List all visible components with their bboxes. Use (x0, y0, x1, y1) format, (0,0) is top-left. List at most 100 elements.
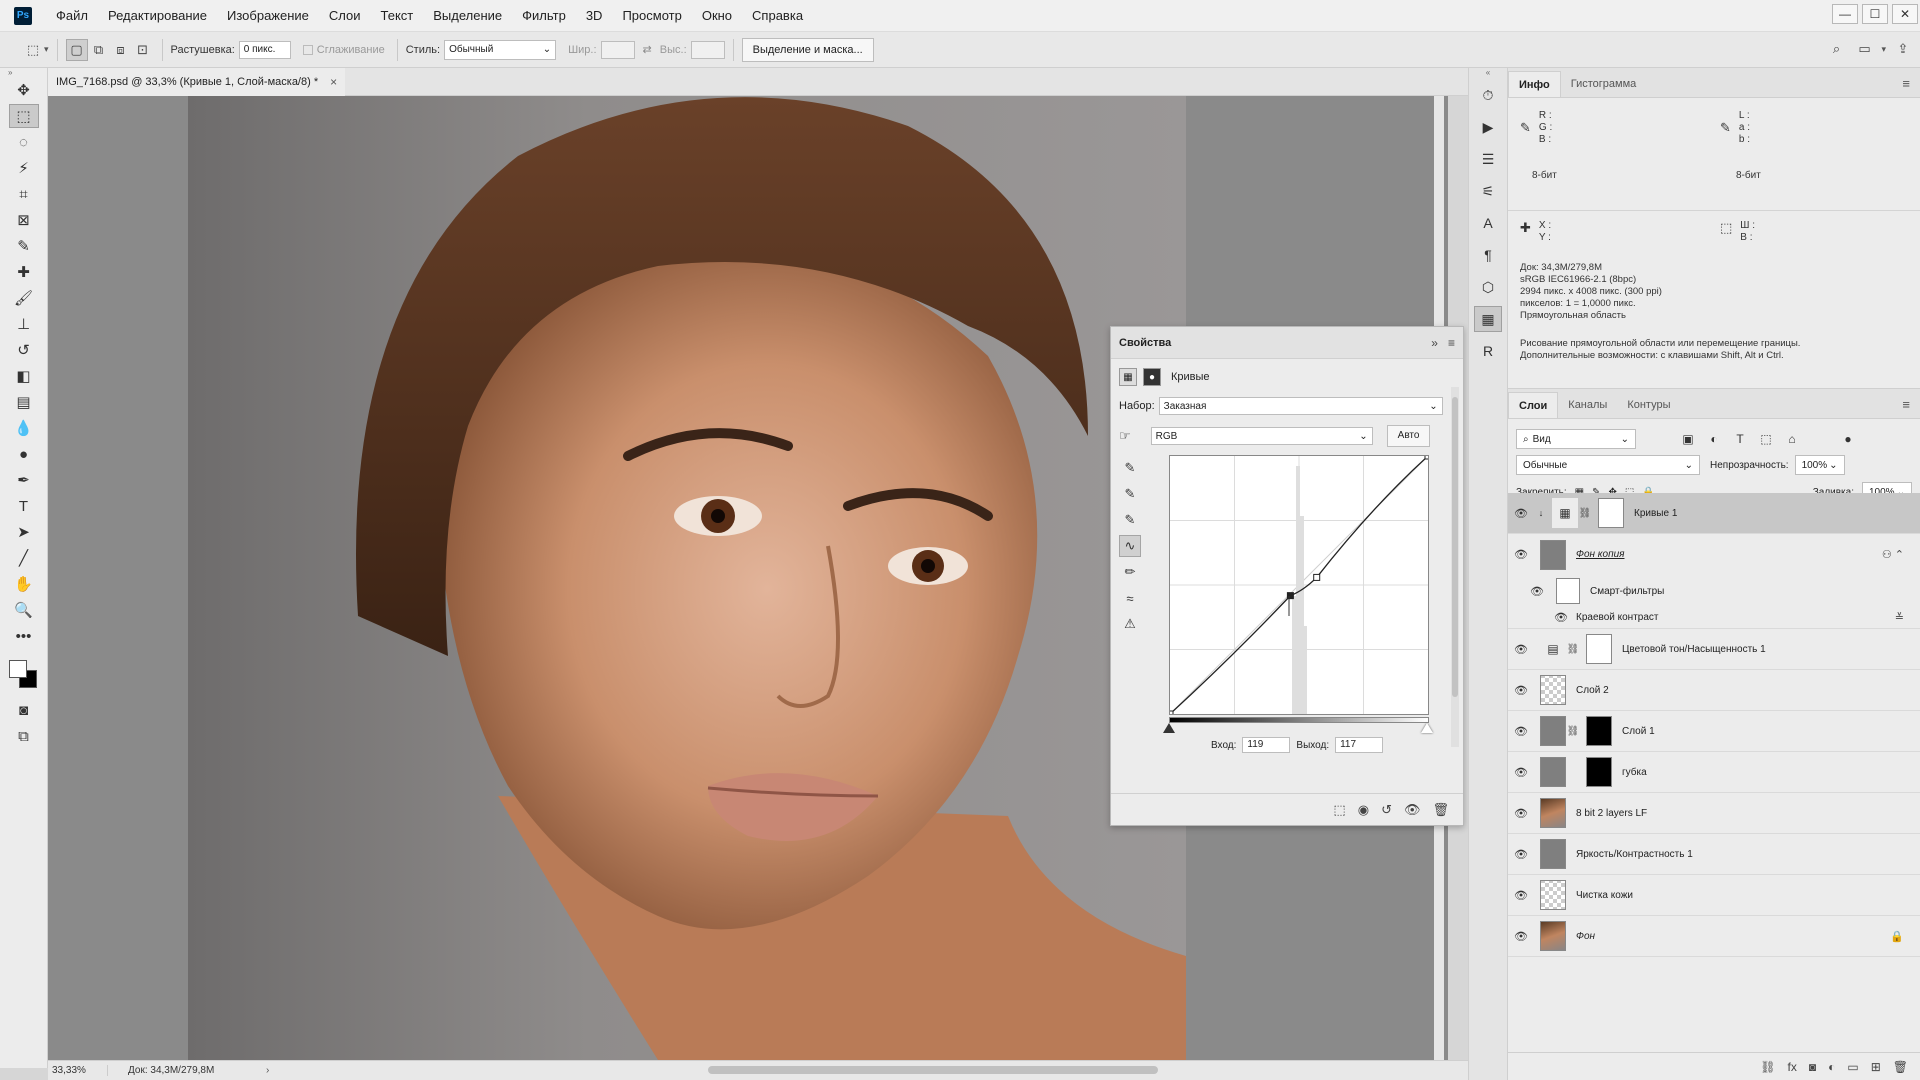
layer-row[interactable]: 👁 ⛓ Слой 1 (1508, 711, 1920, 752)
maximize-button[interactable]: ☐ (1862, 4, 1888, 24)
layer-mask-thumbnail[interactable] (1586, 757, 1612, 787)
layer-filter-select[interactable]: ⌕ Вид ⌄ (1516, 429, 1636, 449)
actions-icon[interactable]: ▶ (1474, 114, 1502, 140)
tab-histogram[interactable]: Гистограмма (1561, 71, 1647, 97)
brush-tool-icon[interactable]: 🖌 (9, 286, 39, 310)
collapse-arrows-icon[interactable]: « (1469, 68, 1507, 77)
move-tool-icon[interactable]: ✥ (9, 78, 39, 102)
white-point-eyedropper-icon[interactable]: ✎ (1119, 509, 1141, 531)
more-tools-icon[interactable]: ••• (9, 624, 39, 648)
filter-toggle-icon[interactable]: ● (1838, 429, 1858, 449)
tab-info[interactable]: Инфо (1508, 71, 1561, 97)
hand-tool-icon[interactable]: ✋ (9, 572, 39, 596)
pencil-draw-icon[interactable]: ✏ (1119, 561, 1141, 583)
character-icon[interactable]: A (1474, 210, 1502, 236)
eyedropper-tool-icon[interactable]: ✎ (9, 234, 39, 258)
menu-window[interactable]: Окно (692, 0, 742, 32)
horizontal-scrollbar[interactable] (288, 1065, 1428, 1075)
filter-adjustment-icon[interactable]: ◐ (1704, 429, 1724, 449)
workspace-icon[interactable]: ▭ (1853, 38, 1875, 60)
smart-filter-mask-thumbnail[interactable] (1556, 578, 1580, 604)
clipping-warning-icon[interactable]: ⚠ (1119, 613, 1141, 635)
new-layer-icon[interactable]: ⊞ (1871, 1060, 1881, 1074)
visibility-icon[interactable]: 👁 (1508, 643, 1534, 656)
visibility-icon[interactable]: 👁 (1508, 807, 1534, 820)
link-icon[interactable]: ⛓ (1566, 726, 1580, 737)
line-tool-icon[interactable]: ╱ (9, 546, 39, 570)
collapse-arrows-icon[interactable]: » (0, 68, 47, 77)
portrait-image[interactable] (188, 96, 1186, 1060)
curve-point[interactable] (1170, 710, 1174, 714)
blur-tool-icon[interactable]: 💧 (9, 416, 39, 440)
clip-to-layer-icon[interactable]: ⬚ (1333, 802, 1345, 818)
menu-image[interactable]: Изображение (217, 0, 319, 32)
feather-input[interactable]: 0 пикс. (238, 40, 291, 59)
menu-select[interactable]: Выделение (423, 0, 512, 32)
brush-settings-icon[interactable]: ⚟ (1474, 178, 1502, 204)
foreground-color[interactable] (8, 660, 27, 678)
channel-select[interactable]: RGB ⌄ (1150, 427, 1373, 445)
crop-tool-icon[interactable]: ⌗ (9, 182, 39, 206)
menu-3d[interactable]: 3D (576, 0, 613, 32)
filter-options-icon[interactable]: ≚ (1895, 611, 1904, 624)
collapse-icon[interactable]: » (1431, 336, 1438, 350)
dodge-tool-icon[interactable]: ● (9, 442, 39, 466)
menu-filter[interactable]: Фильтр (512, 0, 576, 32)
layer-row[interactable]: 👁 Фон 🔒 (1508, 916, 1920, 957)
blend-mode-select[interactable]: Обычные ⌄ (1516, 455, 1700, 475)
layer-mask-thumbnail[interactable] (1586, 716, 1612, 746)
visibility-icon[interactable]: 👁 (1508, 725, 1534, 738)
intersect-selection-icon[interactable]: ⊡ (132, 39, 154, 61)
width-input[interactable] (600, 40, 635, 59)
visibility-icon[interactable]: 👁 (1508, 930, 1534, 943)
layer-style-icon[interactable]: fx (1788, 1060, 1797, 1074)
smooth-curve-icon[interactable]: ≈ (1119, 587, 1141, 609)
visibility-icon[interactable]: 👁 (1508, 507, 1534, 520)
new-adjustment-icon[interactable]: ◐ (1828, 1060, 1835, 1074)
minimize-button[interactable]: — (1832, 4, 1858, 24)
preset-select[interactable]: Заказная ⌄ (1158, 397, 1443, 415)
layer-mask-thumbnail[interactable] (1586, 634, 1612, 664)
visibility-icon[interactable]: 👁 (1508, 548, 1534, 561)
layer-mask-thumbnail[interactable] (1598, 498, 1624, 528)
document-tab[interactable]: IMG_7168.psd @ 33,3% (Кривые 1, Слой-мас… (48, 68, 346, 96)
search-icon[interactable]: ⌕ (1825, 38, 1847, 60)
targeted-adjustment-icon[interactable]: ☞ (1119, 428, 1131, 444)
curve-points-icon[interactable]: ∿ (1119, 535, 1141, 557)
magic-wand-tool-icon[interactable]: ⚡ (9, 156, 39, 180)
close-button[interactable]: ✕ (1892, 4, 1918, 24)
menu-view[interactable]: Просмотр (612, 0, 691, 32)
properties-icon[interactable]: ▦ (1474, 306, 1502, 332)
path-selection-tool-icon[interactable]: ➤ (9, 520, 39, 544)
subtract-selection-icon[interactable]: ⧈ (110, 39, 132, 61)
menu-layers[interactable]: Слои (319, 0, 371, 32)
antialias-checkbox[interactable] (302, 44, 313, 55)
view-previous-state-icon[interactable]: ◉ (1358, 802, 1369, 818)
trash-icon[interactable]: 🗑 (1893, 1060, 1908, 1074)
history-brush-tool-icon[interactable]: ↺ (9, 338, 39, 362)
gray-point-eyedropper-icon[interactable]: ✎ (1119, 483, 1141, 505)
visibility-icon[interactable]: 👁 (1524, 585, 1550, 598)
layer-row[interactable]: 👁 Чистка кожи (1508, 875, 1920, 916)
layer-row[interactable]: 👁 Яркость/Контрастность 1 (1508, 834, 1920, 875)
eraser-tool-icon[interactable]: ◧ (9, 364, 39, 388)
menu-edit[interactable]: Редактирование (98, 0, 217, 32)
height-input[interactable] (690, 40, 725, 59)
add-mask-icon[interactable]: ◙ (1809, 1060, 1816, 1074)
marquee-tool-preset-icon[interactable]: ⬚ (22, 39, 44, 61)
curve-point[interactable] (1313, 573, 1321, 581)
eyedropper-icon[interactable]: ✎ (1720, 120, 1731, 146)
visibility-icon[interactable]: 👁 (1508, 766, 1534, 779)
style-select[interactable]: Обычный ⌄ (444, 39, 557, 60)
gradient-tool-icon[interactable]: ▤ (9, 390, 39, 414)
curves-graph[interactable] (1169, 455, 1429, 715)
visibility-icon[interactable]: 👁 (1548, 611, 1574, 624)
layer-row[interactable]: 👁 Фон копия ⚇ ⌃ (1508, 534, 1920, 575)
share-icon[interactable]: ⇪ (1892, 38, 1914, 60)
properties-title[interactable]: Свойства (1119, 337, 1171, 349)
select-and-mask-button[interactable]: Выделение и маска... (741, 37, 874, 62)
black-point-slider[interactable] (1163, 723, 1175, 733)
eyedropper-icon[interactable]: ✎ (1520, 120, 1531, 146)
panel-menu-icon[interactable]: ≡ (1448, 336, 1455, 350)
panel-menu-icon[interactable]: ≡ (1902, 76, 1910, 91)
